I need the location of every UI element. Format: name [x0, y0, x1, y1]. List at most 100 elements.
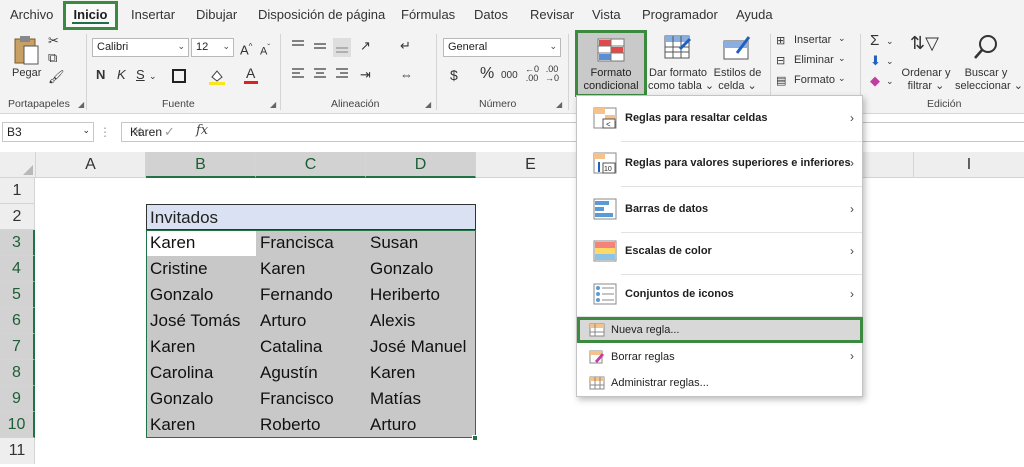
number-format-select[interactable]: General ⌄ [443, 38, 561, 57]
formula-input[interactable]: Karen [121, 122, 1024, 142]
table-cell[interactable]: Matías [366, 386, 476, 412]
font-name-select[interactable]: Calibri ⌄ [92, 38, 189, 57]
grow-font-icon[interactable]: A^ [240, 39, 252, 58]
tab-insertar[interactable]: Insertar [131, 7, 175, 22]
chevron-down-icon[interactable]: ⌄ [886, 53, 894, 69]
row-header-3[interactable]: 3 [0, 230, 35, 256]
borders-icon[interactable] [172, 69, 186, 83]
font-size-select[interactable]: 12 ⌄ [191, 38, 234, 57]
more-options-icon[interactable]: ⋮ [99, 125, 111, 139]
chevron-down-icon[interactable]: ⌄ [149, 68, 157, 84]
fill-color-icon[interactable] [208, 67, 226, 85]
table-cell[interactable]: Fernando [256, 282, 366, 308]
table-cell[interactable]: Agustín [256, 360, 366, 386]
copy-icon[interactable]: ⧉ [48, 50, 57, 66]
row-header-9[interactable]: 9 [0, 386, 35, 412]
name-box[interactable]: B3 ⌄ [2, 122, 94, 142]
table-cell[interactable]: Arturo [366, 412, 476, 438]
row-header-4[interactable]: 4 [0, 256, 35, 282]
decrease-decimal-icon[interactable]: .00 →0 [545, 65, 559, 83]
menu-item-color-scales[interactable]: Escalas de color › [577, 231, 862, 273]
tab-programador[interactable]: Programador [642, 7, 718, 22]
tab-vista[interactable]: Vista [592, 7, 621, 22]
underline-button[interactable]: S [136, 67, 145, 83]
table-cell[interactable]: Heriberto [366, 282, 476, 308]
row-header-1[interactable]: 1 [0, 178, 35, 204]
table-cell[interactable]: Karen [146, 230, 256, 256]
insert-cells-button[interactable]: ⊞ Insertar ⌄ [776, 33, 856, 50]
tab-inicio[interactable]: Inicio [63, 1, 118, 30]
column-header-c[interactable]: C [256, 152, 366, 178]
table-cell[interactable]: Alexis [366, 308, 476, 334]
tab-dibujar[interactable]: Dibujar [196, 7, 237, 22]
merge-center-icon[interactable]: ⇔ [400, 67, 413, 83]
row-header-11[interactable]: 11 [0, 438, 35, 464]
menu-item-new-rule[interactable]: Nueva regla... [577, 317, 863, 343]
conditional-format-button[interactable]: Formatocondicional ⌄ [575, 30, 647, 105]
table-cell[interactable]: Arturo [256, 308, 366, 334]
menu-item-clear-rules[interactable]: Borrar reglas › [577, 344, 862, 370]
table-cell[interactable]: Karen [366, 360, 476, 386]
delete-cells-button[interactable]: ⊟ Eliminar ⌄ [776, 53, 856, 70]
format-as-table-button[interactable]: Dar formato como tabla ⌄ [648, 33, 714, 95]
format-cells-button[interactable]: ▤ Formato ⌄ [776, 73, 856, 90]
row-header-10[interactable]: 10 [0, 412, 35, 438]
row-header-5[interactable]: 5 [0, 282, 35, 308]
percent-button[interactable]: % [480, 66, 494, 82]
column-header-i[interactable]: I [914, 152, 1024, 178]
column-header-d[interactable]: D [366, 152, 476, 178]
font-launcher-icon[interactable]: ◢ [270, 100, 276, 109]
autosum-icon[interactable]: Σ [870, 33, 879, 49]
select-all-corner[interactable] [0, 152, 36, 178]
tab-ayuda[interactable]: Ayuda [736, 7, 773, 22]
column-header-b[interactable]: B [146, 152, 256, 178]
font-color-icon[interactable]: A [246, 65, 255, 81]
table-cell[interactable]: Roberto [256, 412, 366, 438]
increase-decimal-icon[interactable]: ←0.00 [525, 65, 539, 83]
wrap-text-icon[interactable]: ↵ [400, 38, 411, 54]
row-header-7[interactable]: 7 [0, 334, 35, 360]
table-header-cell[interactable]: Invitados [146, 204, 476, 230]
clipboard-launcher-icon[interactable]: ◢ [78, 100, 84, 109]
tab-disposicion[interactable]: Disposición de página [258, 7, 385, 22]
menu-item-data-bars[interactable]: Barras de datos › [577, 189, 862, 231]
increase-indent-icon[interactable]: ⇥ [360, 67, 371, 83]
sort-filter-button[interactable]: ⇅▽ Ordenar y filtrar ⌄ [898, 33, 954, 95]
table-cell[interactable]: Gonzalo [366, 256, 476, 282]
format-painter-icon[interactable]: 🖌 [48, 69, 65, 85]
tab-revisar[interactable]: Revisar [530, 7, 574, 22]
menu-item-top-bottom-rules[interactable]: 10 Reglas para valores superiores e infe… [577, 143, 862, 185]
row-header-2[interactable]: 2 [0, 204, 35, 230]
number-launcher-icon[interactable]: ◢ [556, 100, 562, 109]
table-cell[interactable]: Gonzalo [146, 386, 256, 412]
cut-icon[interactable]: ✂ [48, 33, 59, 49]
tab-formulas[interactable]: Fórmulas [401, 7, 455, 22]
row-header-6[interactable]: 6 [0, 308, 35, 334]
tab-archivo[interactable]: Archivo [10, 7, 53, 22]
table-cell[interactable]: Francisca [256, 230, 366, 256]
shrink-font-icon[interactable]: Aˇ [260, 40, 270, 60]
clear-icon[interactable]: ◆ [870, 73, 880, 89]
table-cell[interactable]: Carolina [146, 360, 256, 386]
chevron-down-icon[interactable]: ⌄ [886, 33, 894, 49]
table-cell[interactable]: Catalina [256, 334, 366, 360]
menu-item-highlight-rules[interactable]: < Reglas para resaltar celdas › [577, 98, 862, 140]
italic-button[interactable]: K [117, 67, 126, 83]
paste-button[interactable]: Pegar [8, 32, 44, 92]
table-cell[interactable]: José Manuel [366, 334, 476, 360]
table-cell[interactable]: Karen [146, 334, 256, 360]
table-cell[interactable]: José Tomás [146, 308, 256, 334]
table-cell[interactable]: Karen [256, 256, 366, 282]
chevron-down-icon[interactable]: ⌄ [886, 73, 894, 89]
table-cell[interactable]: Susan [366, 230, 476, 256]
menu-item-manage-rules[interactable]: Administrar reglas... [577, 370, 862, 396]
thousands-button[interactable]: 000 [501, 68, 518, 84]
orientation-icon[interactable]: ↗ [360, 38, 371, 54]
fill-icon[interactable]: ⬇ [870, 53, 881, 69]
row-header-8[interactable]: 8 [0, 360, 35, 386]
currency-button[interactable]: $ [450, 67, 458, 83]
tab-datos[interactable]: Datos [474, 7, 508, 22]
column-header-a[interactable]: A [36, 152, 146, 178]
cell-styles-button[interactable]: Estilos de celda ⌄ [710, 33, 765, 95]
find-select-button[interactable]: Buscar y seleccionar ⌄ [955, 33, 1023, 95]
